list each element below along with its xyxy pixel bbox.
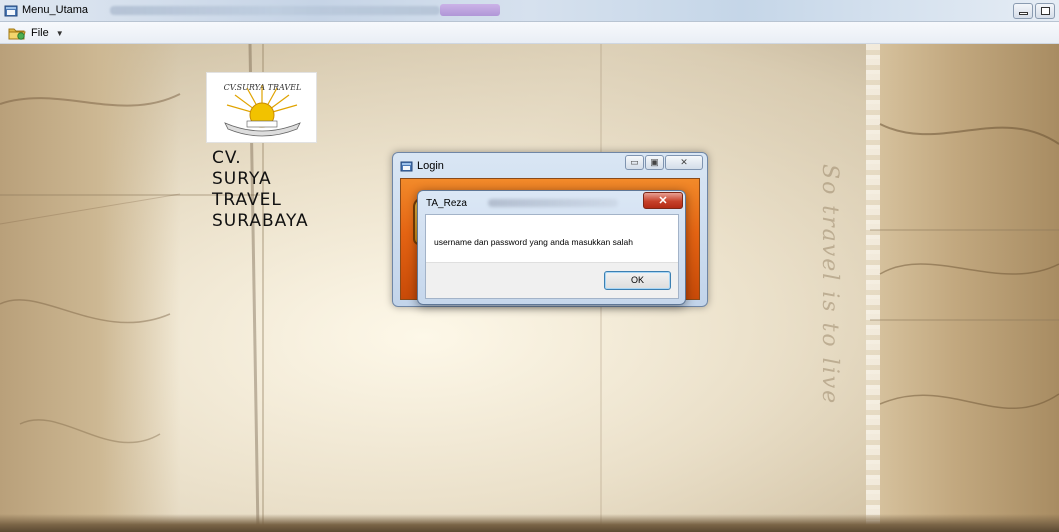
file-menu-label: File <box>31 27 49 39</box>
login-window-icon <box>400 161 413 172</box>
message-box-footer: OK <box>426 262 678 298</box>
main-window-titlebar: Menu_Utama <box>0 0 1059 22</box>
maximize-button[interactable] <box>1035 3 1055 19</box>
window-title: Menu_Utama <box>22 4 89 16</box>
close-icon: ✕ <box>658 195 668 207</box>
file-menu[interactable]: File ▼ <box>8 24 64 42</box>
message-box-close-button[interactable]: ✕ <box>643 192 683 209</box>
login-window-title: Login <box>417 160 444 172</box>
logo-text: CV.SURYA TRAVEL <box>223 83 302 92</box>
message-box-body: username dan password yang anda masukkan… <box>425 214 679 299</box>
company-name: CV. SURYA TRAVEL SURABAYA <box>212 148 309 232</box>
ok-button[interactable]: OK <box>604 271 671 290</box>
company-line: SURYA <box>212 169 272 189</box>
maximize-icon: ▣ <box>650 157 659 167</box>
company-line: TRAVEL <box>212 190 282 210</box>
titlebar-highlight <box>440 4 500 16</box>
background-script-text: So travel is to live <box>817 164 842 406</box>
minimize-icon <box>1019 12 1028 15</box>
message-box: TA_Reza ✕ username dan password yang and… <box>417 190 686 305</box>
close-icon: ✕ <box>680 157 688 167</box>
menu-strip: File ▼ <box>0 22 1059 44</box>
message-box-title: TA_Reza <box>426 198 467 209</box>
login-maximize-button[interactable]: ▣ <box>645 155 664 170</box>
minimize-icon: ▭ <box>630 157 639 167</box>
paper-bottom-edge <box>0 514 1059 532</box>
app-icon <box>4 5 18 17</box>
restore-icon <box>1041 7 1050 15</box>
company-line: CV. <box>212 148 242 168</box>
error-message: username dan password yang anda masukkan… <box>434 237 633 247</box>
message-box-title-glow <box>488 199 618 207</box>
chevron-down-icon: ▼ <box>55 28 64 38</box>
minimize-button[interactable] <box>1013 3 1033 19</box>
company-line: SURABAYA <box>212 211 309 231</box>
login-minimize-button[interactable]: ▭ <box>625 155 644 170</box>
titlebar-background <box>110 6 440 15</box>
login-close-button[interactable]: ✕ <box>665 155 703 170</box>
folder-icon <box>8 28 26 40</box>
company-logo: CV.SURYA TRAVEL <box>206 72 317 143</box>
